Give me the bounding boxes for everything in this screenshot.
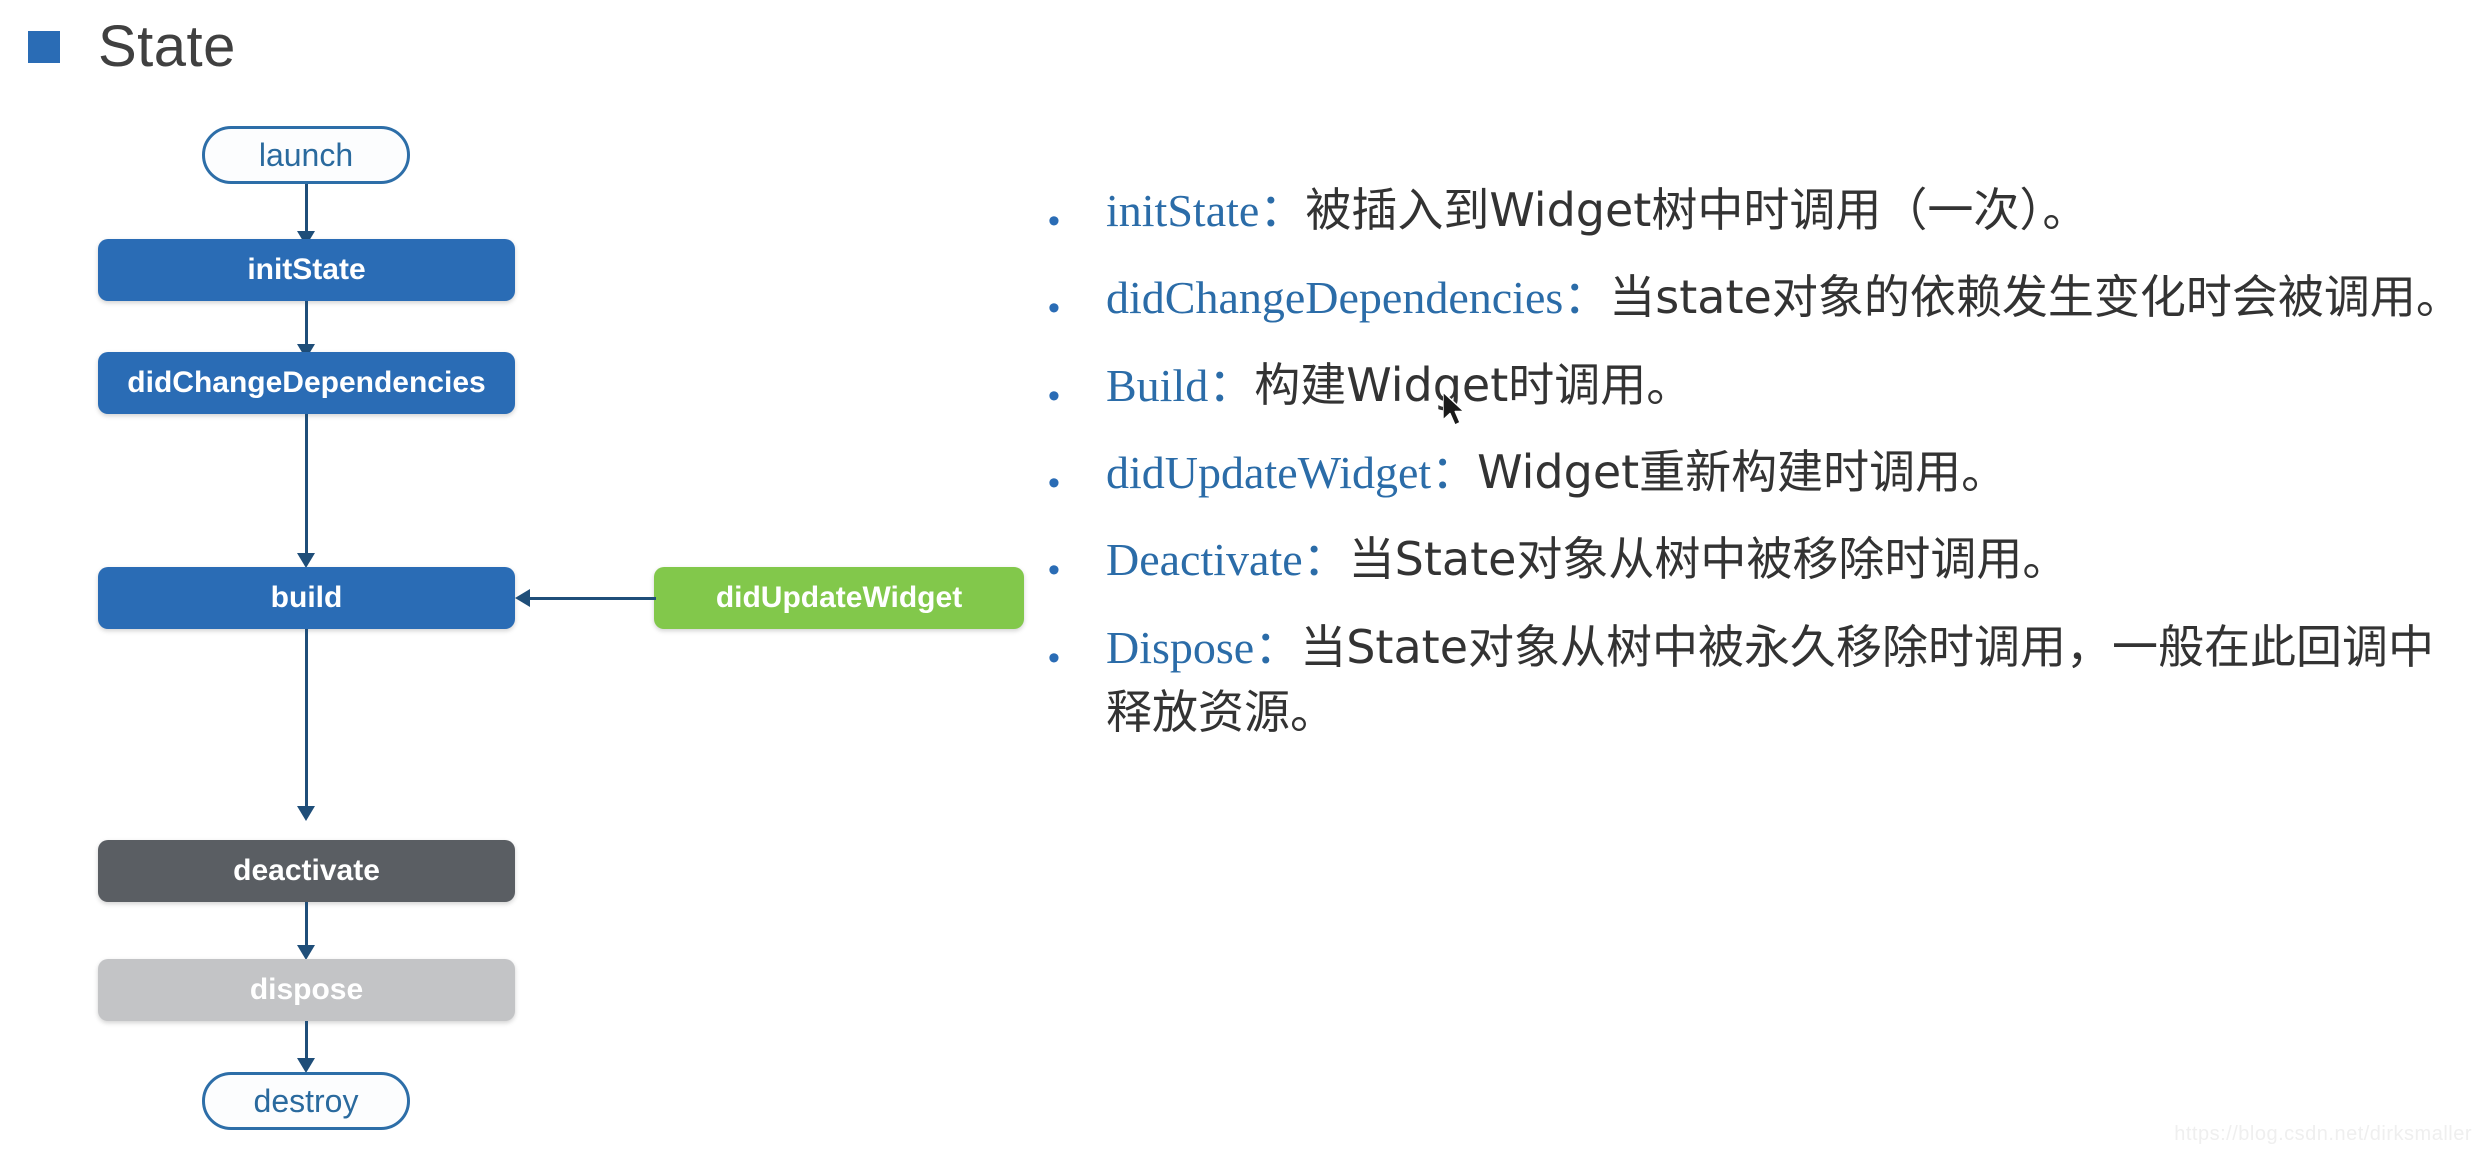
list-item-api-name: Dispose： [1106, 621, 1301, 673]
edge-didchangedependencies-to-build [305, 414, 308, 559]
list-item-text: Deactivate：当State对象从树中被移除时调用。 [1106, 527, 2468, 592]
list-item: • Deactivate：当State对象从树中被移除时调用。 [1048, 527, 2468, 592]
arrowhead-dispose-to-destroy-icon [297, 1058, 315, 1073]
list-item-description: 构建Widget时调用。 [1254, 357, 1693, 412]
bullet-dot-icon: • [1048, 202, 1060, 240]
list-item-description: 当State对象从树中被永久移除时调用，一般在此回调中释放资源。 [1106, 619, 2434, 739]
list-item: • Build：构建Widget时调用。 [1048, 353, 2468, 418]
list-item: • didUpdateWidget：Widget重新构建时调用。 [1048, 440, 2468, 505]
flow-node-launch[interactable]: launch [202, 126, 410, 184]
flow-node-dispose-label: dispose [249, 973, 364, 1006]
list-item-api-name: didUpdateWidget： [1106, 446, 1478, 498]
edge-build-to-deactivate [305, 629, 308, 811]
list-item-description: 被插入到Widget树中时调用（一次）。 [1305, 183, 2089, 237]
flow-node-deactivate-label: deactivate [233, 854, 380, 887]
edge-deactivate-to-dispose [305, 902, 308, 950]
flow-node-didupdatewidget-label: didUpdateWidget [715, 581, 963, 614]
list-item: • initState：被插入到Widget树中时调用（一次）。 [1048, 178, 2468, 243]
list-item: • Dispose：当State对象从树中被永久移除时调用，一般在此回调中释放资… [1048, 615, 2468, 746]
list-item-api-name: didChangeDependencies： [1106, 272, 1610, 324]
flow-node-destroy-label: destroy [253, 1082, 359, 1119]
list-item-text: Dispose：当State对象从树中被永久移除时调用，一般在此回调中释放资源。 [1106, 615, 2468, 746]
list-item: • didChangeDependencies：当state对象的依赖发生变化时… [1048, 265, 2468, 330]
arrowhead-build-to-deactivate-icon [297, 806, 315, 821]
list-item-description: 当state对象的依赖发生变化时会被调用。 [1609, 270, 2462, 325]
bullet-dot-icon: • [1048, 376, 1060, 415]
list-item-text: didChangeDependencies：当state对象的依赖发生变化时会被… [1106, 265, 2468, 330]
bullet-dot-icon: • [1048, 463, 1060, 502]
flow-node-build[interactable]: build [98, 567, 515, 629]
list-item-api-name: Build： [1106, 359, 1255, 411]
list-item-text: Build：构建Widget时调用。 [1106, 353, 2468, 418]
flow-node-launch-label: launch [258, 136, 354, 173]
flow-node-initstate[interactable]: initState [98, 239, 515, 301]
flow-node-didchangedependencies-label: didChangeDependencies [127, 366, 486, 399]
arrowhead-deactivate-to-dispose-icon [297, 945, 315, 960]
watermark: https://blog.csdn.net/dirksmaller [2174, 1123, 2472, 1145]
arrowhead-didchangedependencies-to-build-icon [297, 553, 315, 568]
bullet-dot-icon: • [1048, 638, 1060, 677]
slide-canvas: State launch initState didChangeDependen… [0, 0, 2492, 1158]
arrowhead-didupdatewidget-to-build-icon [515, 589, 530, 607]
list-item-text: didUpdateWidget：Widget重新构建时调用。 [1106, 440, 2468, 505]
edge-launch-to-initstate [305, 184, 308, 235]
edge-didupdatewidget-to-build [528, 597, 656, 600]
edge-initstate-to-didchangedependencies [305, 301, 308, 349]
list-item-description: 当State对象从树中被移除时调用。 [1348, 532, 2069, 587]
flow-node-didupdatewidget[interactable]: didUpdateWidget [654, 567, 1024, 629]
list-item-api-name: Deactivate： [1106, 534, 1349, 586]
flow-node-dispose[interactable]: dispose [98, 959, 515, 1021]
list-item-text: initState：被插入到Widget树中时调用（一次）。 [1106, 178, 2468, 243]
mouse-cursor-icon [1443, 392, 1465, 426]
flow-node-initstate-label: initState [247, 253, 366, 286]
lifecycle-description-list: • initState：被插入到Widget树中时调用（一次）。 • didCh… [1048, 178, 2468, 767]
bullet-dot-icon: • [1048, 289, 1060, 328]
edge-dispose-to-destroy [305, 1021, 308, 1063]
flow-node-destroy[interactable]: destroy [202, 1072, 410, 1130]
list-item-description: Widget重新构建时调用。 [1477, 444, 2008, 499]
flow-node-didchangedependencies[interactable]: didChangeDependencies [98, 352, 515, 414]
list-item-api-name: initState： [1106, 185, 1306, 236]
bullet-dot-icon: • [1048, 551, 1060, 590]
flow-node-build-label: build [270, 581, 343, 614]
flow-node-deactivate[interactable]: deactivate [98, 840, 515, 902]
state-lifecycle-flowchart: launch initState didChangeDependencies b… [0, 0, 1040, 1158]
